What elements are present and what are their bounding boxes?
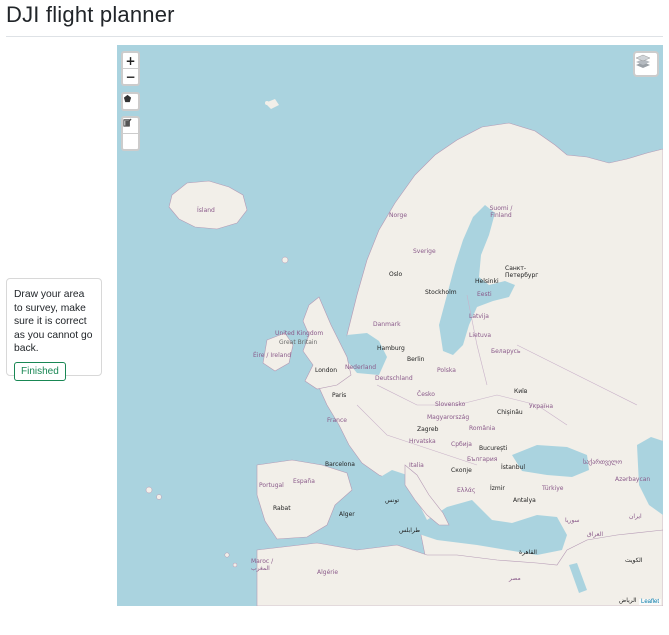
map-label-kuwait: الكويت <box>625 557 643 564</box>
layers-icon <box>635 54 651 68</box>
map-label-london: London <box>315 367 337 374</box>
map-label-misr: مصر <box>509 575 521 582</box>
map-label-portugal: Portugal <box>259 482 284 489</box>
map-label-hellas: Ελλάς <box>457 487 476 494</box>
map-label-danmark: Danmark <box>373 321 401 328</box>
map-label-sverige: Sverige <box>413 248 436 255</box>
zoom-out-button[interactable]: − <box>123 68 138 84</box>
map-label-berlin: Berlin <box>407 356 425 363</box>
map-label-uk: United Kingdom <box>275 330 324 337</box>
map-label-helsinki: Helsinki <box>475 278 499 285</box>
map-label-syria: سوريا <box>565 517 580 524</box>
delete-layers-button[interactable] <box>123 119 138 149</box>
map-label-tripoli: طرابلس <box>399 527 421 534</box>
map-label-rabat: Rabat <box>273 505 291 512</box>
draw-control <box>121 92 140 111</box>
map-label-polska: Polska <box>437 367 456 374</box>
instruction-card: Draw your area to survey, make sure it i… <box>6 278 102 381</box>
map-label-cairo: القاهرة <box>519 549 537 556</box>
map-label-eire: Éire / Ireland <box>253 352 292 359</box>
map-label-italia: Italia <box>409 462 424 469</box>
map-label-kyiv: Київ <box>514 388 528 395</box>
map-label-suomi: Suomi / Finland <box>489 205 513 219</box>
map-label-algerie: Algérie <box>317 569 339 576</box>
polygon-icon <box>123 94 132 103</box>
title-divider <box>6 36 663 37</box>
map-label-ukraina: Україна <box>529 403 554 410</box>
map-label-bucuresti: București <box>479 445 508 452</box>
map-label-zagreb: Zagreb <box>417 426 439 433</box>
map-label-antalya: Antalya <box>513 497 536 504</box>
map-label-bulgaria: България <box>467 456 498 463</box>
map-label-azerbaycan: Azərbaycan <box>615 476 651 483</box>
map-attribution[interactable]: Leaflet <box>638 599 661 605</box>
zoom-in-button[interactable]: + <box>123 53 138 68</box>
page-title: DJI flight planner <box>6 2 175 27</box>
map-label-alger: Alger <box>339 511 355 518</box>
map-label-espana: España <box>293 478 315 485</box>
map-label-izmir: İzmir <box>490 485 505 492</box>
map-label-deutschland: Deutschland <box>375 375 413 382</box>
map-label-srbija: Србија <box>451 441 472 448</box>
draw-polygon-button[interactable] <box>123 94 138 109</box>
map-label-skopje: Скопје <box>451 467 472 474</box>
map-label-tunis: تونس <box>385 497 400 504</box>
map-label-norge: Norge <box>389 212 408 219</box>
map-label-stockholm: Stockholm <box>425 289 457 296</box>
map-label-hrvatska: Hrvatska <box>409 438 436 445</box>
map-label-spb: Санкт-Петербург <box>505 265 539 279</box>
map-label-istanbul: İstanbul <box>501 464 526 471</box>
map-label-belarus: Беларусь <box>491 348 521 355</box>
map-label-oslo: Oslo <box>389 271 403 278</box>
map-label-chisinau: Chișinău <box>497 409 523 416</box>
map-label-france: France <box>327 417 347 424</box>
zoom-control: + − <box>121 51 140 86</box>
edit-control <box>121 116 140 151</box>
map-label-slovensko: Slovensko <box>435 401 466 408</box>
map-label-turkiye: Türkiye <box>542 485 564 492</box>
map-view[interactable]: + − Ísland Norge Sverige Suomi / Finland… <box>117 45 663 606</box>
map-label-romania: România <box>469 425 496 432</box>
finished-button[interactable]: Finished <box>14 361 66 381</box>
map-label-paris: Paris <box>332 392 347 399</box>
map-label-sakartvelo: საქართველო <box>583 459 623 466</box>
map-label-iraq: العراق <box>587 531 604 538</box>
map-label-iran: ایران <box>629 513 642 520</box>
instruction-text: Draw your area to survey, make sure it i… <box>14 289 93 355</box>
layers-button[interactable] <box>633 51 659 77</box>
map-label-magyarorszag: Magyarország <box>427 414 470 421</box>
map-label-island: Ísland <box>197 207 215 214</box>
map-label-gb: Great Britain <box>279 339 318 346</box>
map-label-riyadh: الرياض <box>619 597 637 604</box>
map-label-lietuva: Lietuva <box>469 332 492 339</box>
map-label-eesti: Eesti <box>477 291 492 298</box>
trash-icon <box>124 119 131 127</box>
map-label-cesko: Česko <box>417 391 435 398</box>
map-label-maroc: Maroc / المغرب <box>251 558 274 572</box>
map-label-nederland: Nederland <box>345 364 377 371</box>
map-label-latvija: Latvija <box>469 313 489 320</box>
map-label-hamburg: Hamburg <box>377 345 405 352</box>
map-label-barcelona: Barcelona <box>325 461 355 468</box>
